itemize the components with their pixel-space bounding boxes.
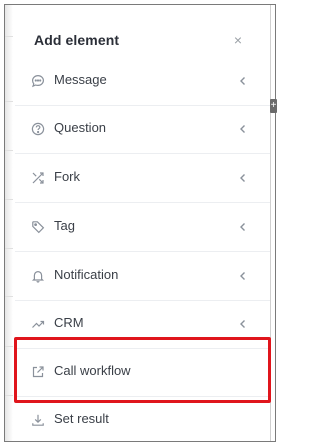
chevron-left-icon (238, 269, 248, 283)
close-icon[interactable]: × (230, 32, 246, 48)
menu-item-label: Notification (54, 267, 119, 282)
question-icon (31, 122, 45, 136)
menu-item-label: Set result (54, 411, 109, 426)
menu-item-label: Message (54, 72, 107, 87)
bell-icon (31, 269, 45, 283)
menu-item-tag[interactable]: Tag (15, 204, 270, 252)
menu-item-call-workflow[interactable]: Call workflow (15, 349, 270, 397)
chevron-left-icon (238, 74, 248, 88)
chevron-left-icon (238, 171, 248, 185)
external-link-icon (31, 365, 45, 379)
left-edge-ticks (5, 0, 13, 446)
trend-up-icon (31, 317, 45, 331)
panel-right-border (270, 5, 271, 441)
menu-item-label: Call workflow (54, 363, 131, 378)
tag-icon (31, 220, 45, 234)
menu-item-label: Tag (54, 218, 75, 233)
menu-item-set-result[interactable]: Set result (15, 397, 270, 445)
menu-item-label: CRM (54, 315, 84, 330)
menu-item-question[interactable]: Question (15, 106, 270, 154)
menu-item-label: Question (54, 120, 107, 135)
panel-title: Add element (34, 32, 120, 48)
menu-item-fork[interactable]: Fork (15, 155, 270, 203)
chevron-left-icon (238, 122, 248, 136)
resize-handle-icon[interactable]: + (270, 99, 277, 113)
add-element-panel: Add element × Message Question Fork Tag … (15, 8, 270, 441)
menu-item-notification[interactable]: Notification (15, 253, 270, 301)
chevron-left-icon (238, 317, 248, 331)
download-icon (31, 413, 45, 427)
menu-item-crm[interactable]: CRM (15, 301, 270, 349)
panel-header: Add element × (15, 8, 270, 60)
message-icon (31, 74, 45, 88)
fork-icon (31, 171, 45, 185)
chevron-left-icon (238, 220, 248, 234)
menu-item-label: Fork (54, 169, 80, 184)
menu-item-message[interactable]: Message (15, 58, 270, 106)
